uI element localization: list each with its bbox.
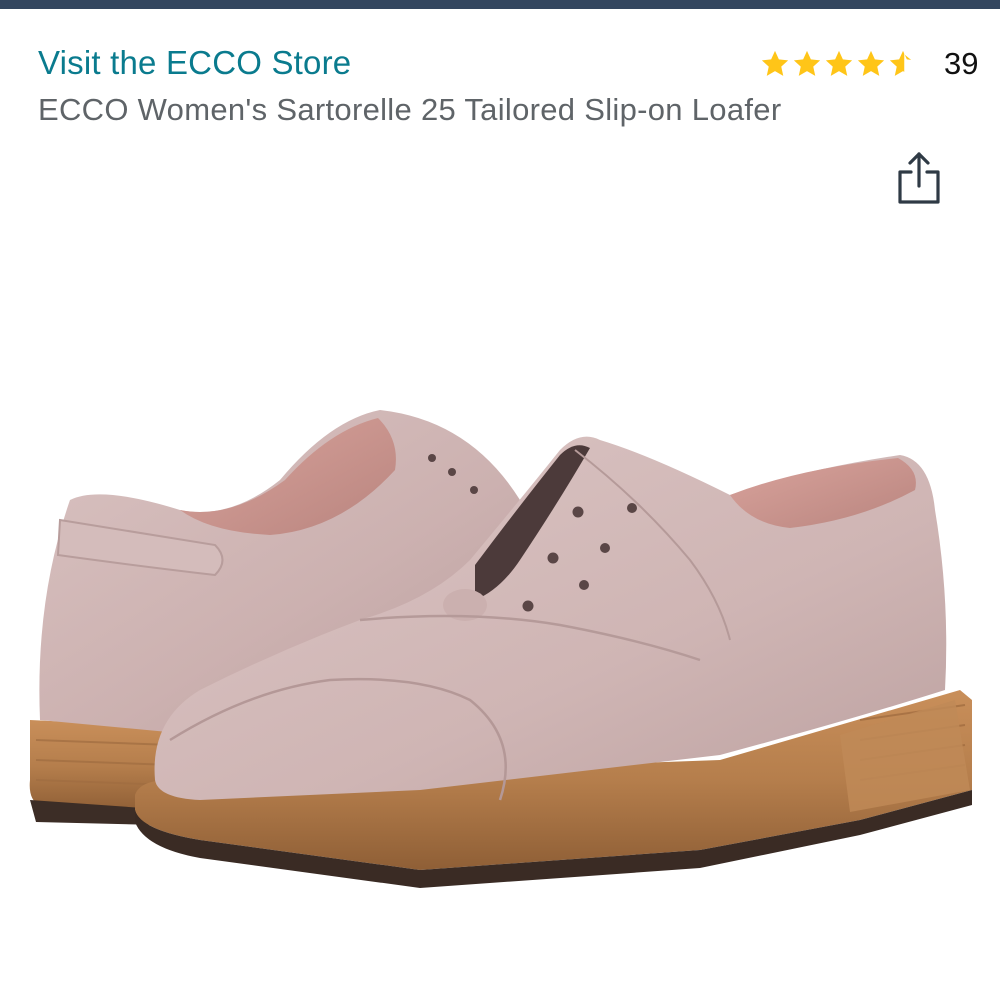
- star-icon: [825, 50, 853, 76]
- share-icon[interactable]: [896, 150, 942, 206]
- star-rating: [760, 49, 920, 79]
- product-page: Visit the ECCO Store 39 ECCO Women's Sar…: [0, 0, 1000, 1000]
- visit-store-link[interactable]: Visit the ECCO Store: [38, 44, 351, 82]
- product-title: ECCO Women's Sartorelle 25 Tailored Slip…: [38, 92, 782, 127]
- star-icon: [793, 50, 821, 76]
- product-image[interactable]: [0, 380, 1000, 900]
- rating-count[interactable]: 39: [944, 46, 978, 82]
- star-icon: [857, 50, 885, 76]
- top-bar: [0, 0, 1000, 9]
- star-icon: [761, 50, 789, 76]
- rating-widget[interactable]: 39: [760, 44, 978, 84]
- half-star-icon: [889, 50, 912, 76]
